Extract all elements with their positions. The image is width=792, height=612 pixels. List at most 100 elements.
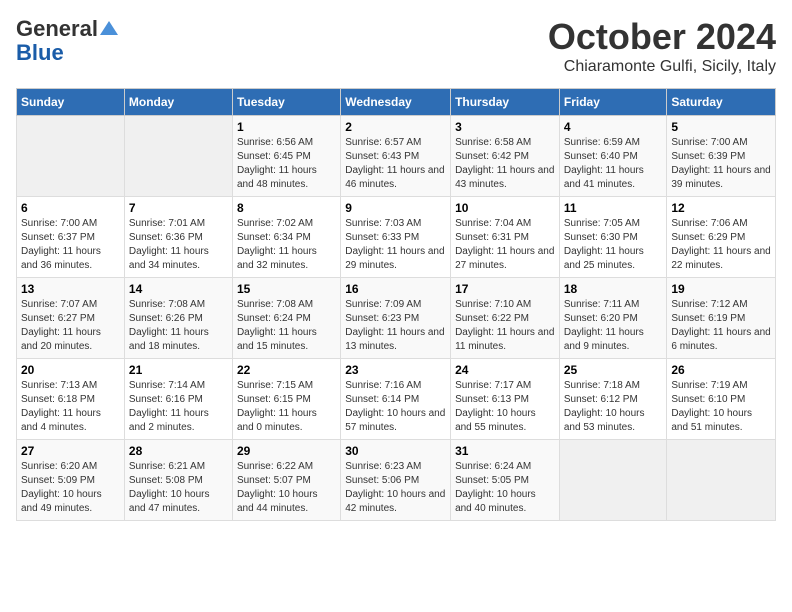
day-info: Sunrise: 7:15 AM Sunset: 6:15 PM Dayligh… <box>237 379 336 435</box>
calendar-cell <box>667 440 776 521</box>
calendar-cell: 17 Sunrise: 7:10 AM Sunset: 6:22 PM Dayli… <box>451 278 560 359</box>
month-title: October 2024 <box>548 16 776 58</box>
day-info: Sunrise: 7:14 AM Sunset: 6:16 PM Dayligh… <box>129 379 228 435</box>
day-info: Sunrise: 6:20 AM Sunset: 5:09 PM Dayligh… <box>21 460 120 516</box>
calendar-cell: 29 Sunrise: 6:22 AM Sunset: 5:07 PM Dayli… <box>232 440 340 521</box>
calendar-cell <box>124 116 232 197</box>
day-number: 13 <box>21 282 120 296</box>
day-number: 21 <box>129 363 228 377</box>
calendar-cell: 24 Sunrise: 7:17 AM Sunset: 6:13 PM Dayli… <box>451 359 560 440</box>
day-number: 27 <box>21 444 120 458</box>
day-info: Sunrise: 6:21 AM Sunset: 5:08 PM Dayligh… <box>129 460 228 516</box>
day-number: 26 <box>671 363 771 377</box>
header-friday: Friday <box>559 89 667 116</box>
day-info: Sunrise: 7:02 AM Sunset: 6:34 PM Dayligh… <box>237 217 336 273</box>
logo-triangle-icon <box>100 19 118 37</box>
header-tuesday: Tuesday <box>232 89 340 116</box>
day-info: Sunrise: 6:22 AM Sunset: 5:07 PM Dayligh… <box>237 460 336 516</box>
calendar-cell: 26 Sunrise: 7:19 AM Sunset: 6:10 PM Dayli… <box>667 359 776 440</box>
day-info: Sunrise: 7:18 AM Sunset: 6:12 PM Dayligh… <box>564 379 663 435</box>
calendar-cell: 10 Sunrise: 7:04 AM Sunset: 6:31 PM Dayli… <box>451 197 560 278</box>
calendar-cell: 30 Sunrise: 6:23 AM Sunset: 5:06 PM Dayli… <box>341 440 451 521</box>
header-saturday: Saturday <box>667 89 776 116</box>
day-info: Sunrise: 7:08 AM Sunset: 6:26 PM Dayligh… <box>129 298 228 354</box>
calendar-cell: 3 Sunrise: 6:58 AM Sunset: 6:42 PM Daylig… <box>451 116 560 197</box>
logo-general: General <box>16 16 98 42</box>
calendar-week-row: 20 Sunrise: 7:13 AM Sunset: 6:18 PM Dayli… <box>17 359 776 440</box>
calendar-cell: 18 Sunrise: 7:11 AM Sunset: 6:20 PM Dayli… <box>559 278 667 359</box>
day-info: Sunrise: 7:16 AM Sunset: 6:14 PM Dayligh… <box>345 379 446 435</box>
day-number: 9 <box>345 201 446 215</box>
calendar-cell <box>559 440 667 521</box>
day-number: 10 <box>455 201 555 215</box>
calendar-cell: 20 Sunrise: 7:13 AM Sunset: 6:18 PM Dayli… <box>17 359 125 440</box>
calendar-cell: 28Sunrise: 6:21 AM Sunset: 5:08 PM Dayli… <box>124 440 232 521</box>
day-info: Sunrise: 7:11 AM Sunset: 6:20 PM Dayligh… <box>564 298 663 354</box>
calendar-table: Sunday Monday Tuesday Wednesday Thursday… <box>16 88 776 521</box>
calendar-week-row: 6Sunrise: 7:00 AM Sunset: 6:37 PM Daylig… <box>17 197 776 278</box>
day-info: Sunrise: 7:17 AM Sunset: 6:13 PM Dayligh… <box>455 379 555 435</box>
calendar-cell: 6Sunrise: 7:00 AM Sunset: 6:37 PM Daylig… <box>17 197 125 278</box>
day-number: 23 <box>345 363 446 377</box>
day-info: Sunrise: 7:05 AM Sunset: 6:30 PM Dayligh… <box>564 217 663 273</box>
calendar-cell: 5 Sunrise: 7:00 AM Sunset: 6:39 PM Daylig… <box>667 116 776 197</box>
day-info: Sunrise: 7:19 AM Sunset: 6:10 PM Dayligh… <box>671 379 771 435</box>
day-number: 2 <box>345 120 446 134</box>
day-info: Sunrise: 6:57 AM Sunset: 6:43 PM Dayligh… <box>345 136 446 192</box>
day-info: Sunrise: 7:00 AM Sunset: 6:39 PM Dayligh… <box>671 136 771 192</box>
day-number: 30 <box>345 444 446 458</box>
day-number: 31 <box>455 444 555 458</box>
calendar-cell: 9 Sunrise: 7:03 AM Sunset: 6:33 PM Daylig… <box>341 197 451 278</box>
calendar-cell <box>17 116 125 197</box>
location-title: Chiaramonte Gulfi, Sicily, Italy <box>548 58 776 76</box>
calendar-cell: 31 Sunrise: 6:24 AM Sunset: 5:05 PM Dayli… <box>451 440 560 521</box>
calendar-cell: 15Sunrise: 7:08 AM Sunset: 6:24 PM Dayli… <box>232 278 340 359</box>
calendar-cell: 21 Sunrise: 7:14 AM Sunset: 6:16 PM Dayli… <box>124 359 232 440</box>
day-number: 5 <box>671 120 771 134</box>
day-number: 18 <box>564 282 663 296</box>
calendar-week-row: 27 Sunrise: 6:20 AM Sunset: 5:09 PM Dayli… <box>17 440 776 521</box>
day-number: 17 <box>455 282 555 296</box>
day-number: 14 <box>129 282 228 296</box>
calendar-cell: 12Sunrise: 7:06 AM Sunset: 6:29 PM Dayli… <box>667 197 776 278</box>
day-info: Sunrise: 7:09 AM Sunset: 6:23 PM Dayligh… <box>345 298 446 354</box>
day-number: 22 <box>237 363 336 377</box>
day-number: 3 <box>455 120 555 134</box>
day-number: 24 <box>455 363 555 377</box>
calendar-cell: 23 Sunrise: 7:16 AM Sunset: 6:14 PM Dayli… <box>341 359 451 440</box>
day-info: Sunrise: 6:58 AM Sunset: 6:42 PM Dayligh… <box>455 136 555 192</box>
day-number: 29 <box>237 444 336 458</box>
calendar-week-row: 1 Sunrise: 6:56 AM Sunset: 6:45 PM Daylig… <box>17 116 776 197</box>
day-number: 1 <box>237 120 336 134</box>
day-info: Sunrise: 7:13 AM Sunset: 6:18 PM Dayligh… <box>21 379 120 435</box>
day-info: Sunrise: 7:01 AM Sunset: 6:36 PM Dayligh… <box>129 217 228 273</box>
calendar-cell: 4Sunrise: 6:59 AM Sunset: 6:40 PM Daylig… <box>559 116 667 197</box>
calendar-cell: 16 Sunrise: 7:09 AM Sunset: 6:23 PM Dayli… <box>341 278 451 359</box>
logo-blue: Blue <box>16 42 64 64</box>
calendar-cell: 19Sunrise: 7:12 AM Sunset: 6:19 PM Dayli… <box>667 278 776 359</box>
day-info: Sunrise: 7:08 AM Sunset: 6:24 PM Dayligh… <box>237 298 336 354</box>
day-info: Sunrise: 7:06 AM Sunset: 6:29 PM Dayligh… <box>671 217 771 273</box>
header-sunday: Sunday <box>17 89 125 116</box>
calendar-cell: 8Sunrise: 7:02 AM Sunset: 6:34 PM Daylig… <box>232 197 340 278</box>
day-info: Sunrise: 7:12 AM Sunset: 6:19 PM Dayligh… <box>671 298 771 354</box>
calendar-cell: 25Sunrise: 7:18 AM Sunset: 6:12 PM Dayli… <box>559 359 667 440</box>
day-info: Sunrise: 6:23 AM Sunset: 5:06 PM Dayligh… <box>345 460 446 516</box>
day-info: Sunrise: 7:04 AM Sunset: 6:31 PM Dayligh… <box>455 217 555 273</box>
day-info: Sunrise: 7:03 AM Sunset: 6:33 PM Dayligh… <box>345 217 446 273</box>
calendar-cell: 2 Sunrise: 6:57 AM Sunset: 6:43 PM Daylig… <box>341 116 451 197</box>
day-info: Sunrise: 6:24 AM Sunset: 5:05 PM Dayligh… <box>455 460 555 516</box>
page-header: General Blue October 2024 Chiaramonte Gu… <box>16 16 776 76</box>
calendar-cell: 13Sunrise: 7:07 AM Sunset: 6:27 PM Dayli… <box>17 278 125 359</box>
calendar-cell: 11Sunrise: 7:05 AM Sunset: 6:30 PM Dayli… <box>559 197 667 278</box>
day-info: Sunrise: 7:10 AM Sunset: 6:22 PM Dayligh… <box>455 298 555 354</box>
header-wednesday: Wednesday <box>341 89 451 116</box>
calendar-header-row: Sunday Monday Tuesday Wednesday Thursday… <box>17 89 776 116</box>
day-number: 20 <box>21 363 120 377</box>
day-number: 16 <box>345 282 446 296</box>
day-number: 4 <box>564 120 663 134</box>
day-info: Sunrise: 6:56 AM Sunset: 6:45 PM Dayligh… <box>237 136 336 192</box>
header-thursday: Thursday <box>451 89 560 116</box>
calendar-cell: 27 Sunrise: 6:20 AM Sunset: 5:09 PM Dayli… <box>17 440 125 521</box>
day-info: Sunrise: 7:00 AM Sunset: 6:37 PM Dayligh… <box>21 217 120 273</box>
